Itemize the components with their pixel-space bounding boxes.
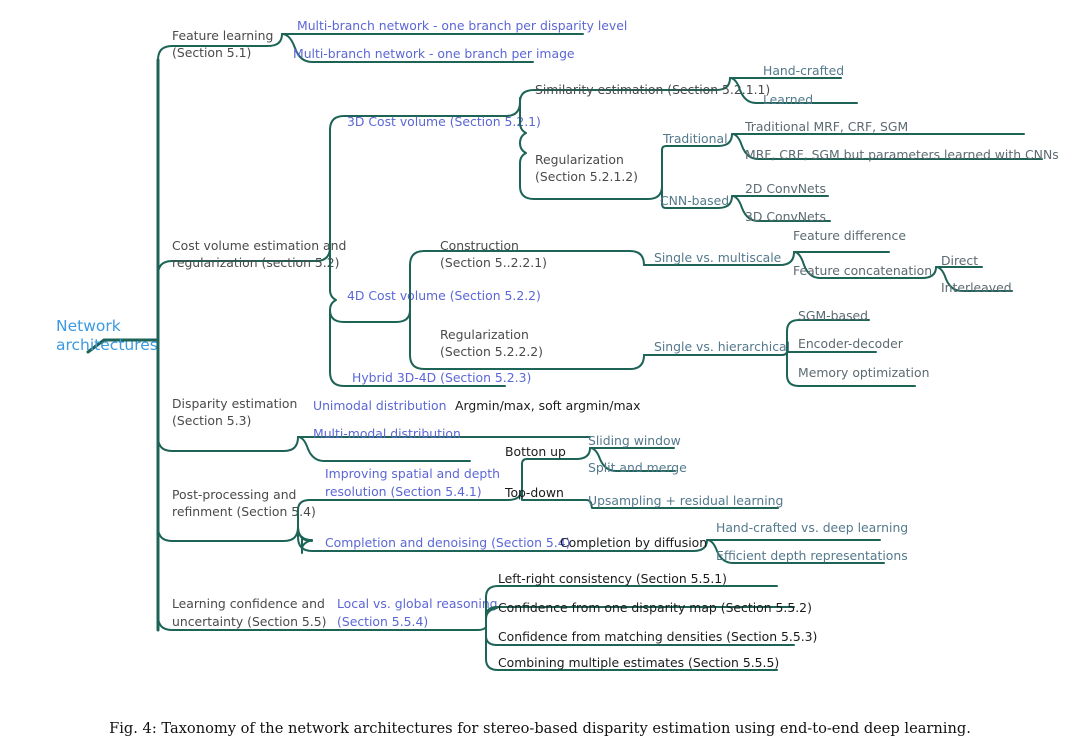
mrf-learned-cnn-label: MRF, CRF, SGM but parameters learned wit… xyxy=(745,147,1059,162)
multimodal-label: Multi-modal distribution xyxy=(313,426,461,441)
post-processing-line1: Post-processing and xyxy=(172,487,296,502)
direct-label: Direct xyxy=(941,253,978,268)
upsampling-residual-label: Upsampling + residual learning xyxy=(588,493,783,508)
regularization-3d-line1: Regularization xyxy=(535,152,624,167)
unimodal-label: Unimodal distribution xyxy=(313,398,446,413)
node-cnn-based: CNN-based 2D ConvNets 3D ConvNets xyxy=(660,181,831,224)
hand-crafted-label: Hand-crafted xyxy=(763,63,844,78)
memory-optimization-label: Memory optimization xyxy=(798,365,929,380)
learned-label: Learned xyxy=(763,92,813,107)
branch-feature-learning: Feature learning (Section 5.1) Multi-bra… xyxy=(157,18,627,63)
figure-caption: Fig. 4: Taxonomy of the network architec… xyxy=(0,700,1080,756)
node-regularization-3d: Regularization (Section 5.2.1.2) Traditi… xyxy=(519,119,1059,224)
efficient-depth-label: Efficient depth representations xyxy=(716,548,908,563)
construction-line1: Construction xyxy=(440,238,519,253)
handcrafted-vs-deep-label: Hand-crafted vs. deep learning xyxy=(716,520,908,535)
cv3d-label: 3D Cost volume (Section 5.2.1) xyxy=(347,114,541,129)
node-3d-cost-volume: 3D Cost volume (Section 5.2.1) Similarit… xyxy=(329,63,1059,224)
sgm-based-label: SGM-based xyxy=(798,308,868,323)
sliding-window-label: Sliding window xyxy=(588,433,681,448)
disparity-estimation-line1: Disparity estimation xyxy=(172,396,297,411)
branch-post-processing: Post-processing and refinment (Section 5… xyxy=(157,433,908,564)
convnets-3d-label: 3D ConvNets xyxy=(745,209,826,224)
completion-diffusion-label: Completion by diffusion xyxy=(560,535,707,550)
regularization-3d-line2: (Section 5.2.1.2) xyxy=(535,169,638,184)
similarity-estimation-label: Similarity estimation (Section 5.2.1.1) xyxy=(535,82,770,97)
single-vs-hierarchical-label: Single vs. hierarchical xyxy=(654,339,790,354)
node-construction: Construction (Section 5..2.2.1) Single v… xyxy=(423,228,1013,295)
node-similarity-estimation: Similarity estimation (Section 5.2.1.1) … xyxy=(519,63,858,107)
convnets-2d-label: 2D ConvNets xyxy=(745,181,826,196)
confidence-matching-label: Confidence from matching densities (Sect… xyxy=(498,629,817,644)
single-vs-multiscale-label: Single vs. multiscale xyxy=(654,250,781,265)
cost-volume-line2: regularization (section 5.2) xyxy=(172,255,339,270)
multibranch-image-label: Multi-branch network - one branch per im… xyxy=(293,46,575,61)
traditional-label: Traditional xyxy=(662,131,728,146)
branch-learning-confidence: Learning confidence and uncertainty (Sec… xyxy=(157,571,817,671)
node-top-down: Top-down Upsampling + residual learning xyxy=(504,485,783,509)
learning-confidence-line2: uncertainty (Section 5.5) xyxy=(172,614,326,629)
regularization-4d-line1: Regularization xyxy=(440,327,529,342)
top-down-label: Top-down xyxy=(504,485,564,500)
node-improving-resolution: Improving spatial and depth resolution (… xyxy=(325,433,783,509)
interleaved-label: Interleaved xyxy=(941,280,1012,295)
combining-estimates-label: Combining multiple estimates (Section 5.… xyxy=(498,655,779,670)
cv4d-label: 4D Cost volume (Section 5.2.2) xyxy=(347,288,541,303)
left-right-consistency-label: Left-right consistency (Section 5.5.1) xyxy=(498,571,727,586)
figure-caption-text: Fig. 4: Taxonomy of the network architec… xyxy=(109,719,971,737)
feature-difference-label: Feature difference xyxy=(793,228,906,243)
cost-volume-line1: Cost volume estimation and xyxy=(172,238,346,253)
node-completion-denoising: Completion and denoising (Section 5.4) C… xyxy=(297,520,908,564)
root-label-line2: architectures xyxy=(56,336,158,354)
confidence-one-map-label: Confidence from one disparity map (Secti… xyxy=(498,600,812,615)
feature-concatenation-label: Feature concatenation xyxy=(793,263,932,278)
completion-denoising-label: Completion and denoising (Section 5.4) xyxy=(325,535,570,550)
regularization-4d-line2: (Section 5.2.2.2) xyxy=(440,344,543,359)
post-processing-line2: refinment (Section 5.4) xyxy=(172,504,316,519)
construction-line2: (Section 5..2.2.1) xyxy=(440,255,547,270)
feature-learning-line2: (Section 5.1) xyxy=(172,45,251,60)
feature-learning-line1: Feature learning xyxy=(172,28,273,43)
encoder-decoder-label: Encoder-decoder xyxy=(798,336,904,351)
taxonomy-diagram: Network architectures Feature learning (… xyxy=(0,0,1080,700)
node-hybrid-3d-4d: Hybrid 3D-4D (Section 5.2.3) xyxy=(329,370,531,387)
learning-confidence-line1: Learning confidence and xyxy=(172,596,325,611)
branch-disparity-estimation: Disparity estimation (Section 5.3) Unimo… xyxy=(157,396,640,462)
root-node: Network architectures xyxy=(56,317,160,354)
branch-cost-volume: Cost volume estimation and regularizatio… xyxy=(157,63,1059,387)
node-traditional: Traditional Traditional MRF, CRF, SGM MR… xyxy=(662,119,1059,162)
improving-resolution-line2: resolution (Section 5.4.1) xyxy=(325,484,482,499)
traditional-mrf-label: Traditional MRF, CRF, SGM xyxy=(744,119,908,134)
node-botton-up: Botton up Sliding window Split and merge xyxy=(505,433,687,475)
root-label-line1: Network xyxy=(56,317,121,335)
hybrid-label: Hybrid 3D-4D (Section 5.2.3) xyxy=(352,370,531,385)
local-vs-global-line2: (Section 5.5.4) xyxy=(337,614,428,629)
disparity-estimation-line2: (Section 5.3) xyxy=(172,413,251,428)
improving-resolution-line1: Improving spatial and depth xyxy=(325,466,500,481)
botton-up-label: Botton up xyxy=(505,444,566,459)
local-vs-global-line1: Local vs. global reasoning xyxy=(337,596,498,611)
multibranch-disparity-label: Multi-branch network - one branch per di… xyxy=(297,18,627,33)
cnn-based-label: CNN-based xyxy=(660,193,729,208)
node-4d-cost-volume: 4D Cost volume (Section 5.2.2) Construct… xyxy=(329,228,1013,387)
argmin-max-label: Argmin/max, soft argmin/max xyxy=(455,398,640,413)
split-and-merge-label: Split and merge xyxy=(588,460,687,475)
